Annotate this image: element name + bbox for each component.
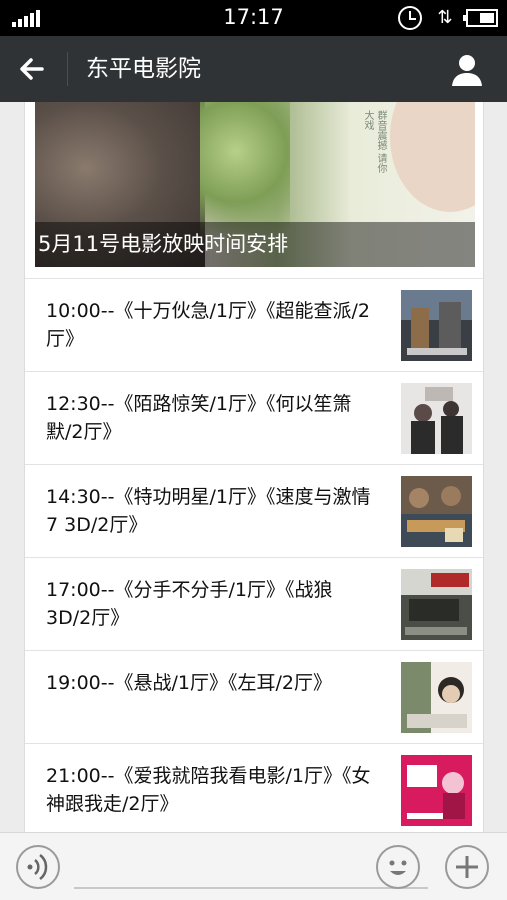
schedule-list: 10:00--《十万伙急/1厅》《超能查派/2厅》 12:30--《陌路惊笑/1… bbox=[25, 278, 483, 832]
banner-caption: 5月11号电影放映时间安排 bbox=[38, 232, 289, 256]
schedule-item[interactable]: 12:30--《陌路惊笑/1厅》《何以笙箫默/2厅》 bbox=[25, 371, 483, 464]
usb-icon: ⇅ bbox=[437, 7, 453, 28]
poster-thumbnail bbox=[401, 662, 472, 733]
message-input[interactable] bbox=[74, 887, 428, 889]
poster-thumbnail bbox=[401, 383, 472, 454]
schedule-item-text: 19:00--《悬战/1厅》《左耳/2厅》 bbox=[46, 672, 332, 694]
person-icon[interactable] bbox=[449, 52, 485, 88]
banner-poster-text: 群音震撼 请你大戏 bbox=[362, 110, 386, 174]
chat-input-bar bbox=[0, 832, 507, 900]
schedule-item-text: 21:00--《爱我就陪我看电影/1厅》《女神跟我走/2厅》 bbox=[46, 765, 371, 815]
poster-thumbnail bbox=[401, 569, 472, 640]
schedule-item[interactable]: 21:00--《爱我就陪我看电影/1厅》《女神跟我走/2厅》 bbox=[25, 743, 483, 832]
schedule-item-text: 12:30--《陌路惊笑/1厅》《何以笙箫默/2厅》 bbox=[46, 393, 352, 443]
nav-divider bbox=[67, 52, 68, 86]
status-bar: 17:17 ⇅ bbox=[0, 0, 507, 36]
voice-icon bbox=[27, 854, 48, 880]
alarm-icon bbox=[398, 6, 422, 30]
banner-image[interactable]: 群音震撼 请你大戏 5月11号电影放映时间安排 bbox=[35, 102, 475, 267]
emoji-button[interactable] bbox=[376, 845, 420, 889]
article-card[interactable]: 群音震撼 请你大戏 5月11号电影放映时间安排 10:00--《十万伙急/1厅》… bbox=[24, 102, 484, 832]
poster-thumbnail bbox=[401, 476, 472, 547]
schedule-item[interactable]: 14:30--《特功明星/1厅》《速度与激情7 3D/2厅》 bbox=[25, 464, 483, 557]
banner-face-shape bbox=[390, 102, 475, 212]
schedule-item-text: 17:00--《分手不分手/1厅》《战狼3D/2厅》 bbox=[46, 579, 333, 629]
poster-thumbnail bbox=[401, 755, 472, 826]
schedule-item-text: 10:00--《十万伙急/1厅》《超能查派/2厅》 bbox=[46, 300, 370, 350]
plus-icon bbox=[456, 856, 478, 878]
voice-button[interactable] bbox=[16, 845, 60, 889]
message-content: 群音震撼 请你大戏 5月11号电影放映时间安排 10:00--《十万伙急/1厅》… bbox=[0, 102, 507, 832]
battery-icon bbox=[463, 9, 498, 27]
plus-button[interactable] bbox=[445, 845, 489, 889]
poster-thumbnail bbox=[401, 290, 472, 361]
page-title: 东平电影院 bbox=[86, 56, 201, 82]
emoji-icon bbox=[389, 860, 407, 875]
status-time: 17:17 bbox=[223, 5, 284, 29]
schedule-item[interactable]: 17:00--《分手不分手/1厅》《战狼3D/2厅》 bbox=[25, 557, 483, 650]
schedule-item[interactable]: 19:00--《悬战/1厅》《左耳/2厅》 bbox=[25, 650, 483, 743]
top-nav-bar: 东平电影院 bbox=[0, 36, 507, 102]
schedule-item[interactable]: 10:00--《十万伙急/1厅》《超能查派/2厅》 bbox=[25, 278, 483, 371]
back-arrow-icon[interactable] bbox=[16, 53, 48, 85]
schedule-item-text: 14:30--《特功明星/1厅》《速度与激情7 3D/2厅》 bbox=[46, 486, 371, 536]
